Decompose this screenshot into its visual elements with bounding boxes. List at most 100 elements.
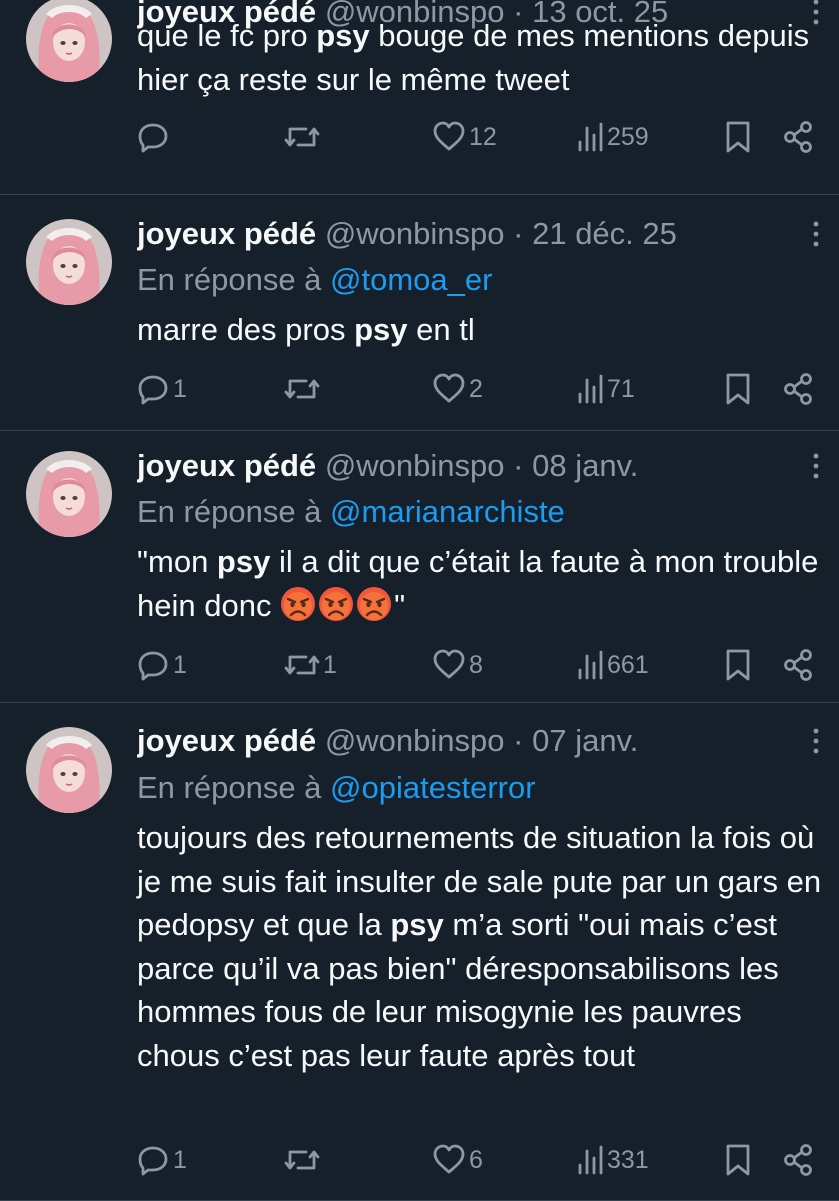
heart-icon [432, 1143, 466, 1177]
mention-link[interactable]: @opiatesterror [330, 770, 536, 805]
reply-button[interactable]: 1 [136, 1140, 187, 1180]
like-button[interactable]: 12 [432, 117, 497, 157]
likes-count: 2 [469, 375, 483, 403]
share-icon [782, 120, 814, 154]
bookmark-icon [723, 120, 753, 154]
like-button[interactable]: 8 [432, 645, 483, 685]
share-icon [782, 372, 814, 406]
highlighted-keyword: psy [316, 18, 370, 53]
reply-button[interactable]: 1 [136, 645, 187, 685]
bookmark-button[interactable] [723, 645, 753, 685]
reply-context: En réponse à @marianarchiste [137, 492, 565, 532]
mention-link[interactable]: @marianarchiste [330, 494, 565, 529]
likes-count: 6 [469, 1146, 483, 1174]
tweet-card[interactable]: joyeux pédé @wonbinspo · 08 janv. En répo… [0, 431, 839, 703]
tweet-actions: 12 259 [0, 117, 839, 157]
highlighted-keyword: psy [390, 907, 444, 942]
tweet-header: joyeux pédé @wonbinspo · 07 janv. [137, 721, 779, 761]
reply-prefix: En réponse à [137, 494, 331, 529]
avatar[interactable] [26, 219, 112, 305]
highlighted-keyword: psy [216, 544, 271, 579]
more-options-icon[interactable] [809, 449, 823, 483]
retweet-button[interactable] [284, 117, 323, 157]
angry-face-emoji-icon [280, 586, 318, 623]
views-button[interactable]: 661 [576, 645, 649, 685]
reply-context: En réponse à @opiatesterror [137, 768, 536, 808]
tweet-card[interactable]: joyeux pédé @wonbinspo · 07 janv. En répo… [0, 703, 839, 1201]
text-segment: que le fc pro [137, 18, 317, 53]
views-button[interactable]: 259 [576, 117, 649, 157]
replies-count: 1 [173, 375, 187, 403]
tweet-text: "mon psy il a dit que c’était la faute à… [137, 540, 829, 627]
speech-bubble-icon [136, 372, 170, 406]
avatar[interactable] [26, 451, 112, 537]
share-button[interactable] [782, 117, 814, 157]
reply-prefix: En réponse à [137, 262, 331, 297]
timestamp[interactable]: 21 déc. 25 [532, 216, 677, 251]
reply-prefix: En réponse à [137, 770, 331, 805]
retweet-arrows-icon [284, 120, 320, 154]
retweet-arrows-icon [284, 372, 320, 406]
tweet-card[interactable]: joyeux pédé @wonbinspo · 13 oct. 25 que l… [0, 0, 839, 195]
bookmark-button[interactable] [723, 369, 753, 409]
speech-bubble-icon [136, 1143, 170, 1177]
text-segment: en tl [407, 312, 475, 347]
tweet-card[interactable]: joyeux pédé @wonbinspo · 21 déc. 25 En ré… [0, 195, 839, 431]
reply-button[interactable]: 1 [136, 369, 187, 409]
bookmark-button[interactable] [723, 1140, 753, 1180]
display-name[interactable]: joyeux pédé [137, 723, 316, 758]
views-button[interactable]: 71 [576, 369, 635, 409]
tweet-text: toujours des retournements de situation … [137, 816, 829, 1077]
mention-link[interactable]: @tomoa_er [330, 262, 492, 297]
share-button[interactable] [782, 369, 814, 409]
replies-count: 1 [173, 651, 187, 679]
more-options-icon[interactable] [809, 724, 823, 758]
separator-dot: · [513, 216, 524, 251]
tweet-actions: 1 2 71 [0, 369, 839, 409]
bookmark-icon [723, 372, 753, 406]
speech-bubble-icon [136, 120, 170, 154]
text-segment: "mon [137, 544, 217, 579]
user-handle[interactable]: @wonbinspo [325, 723, 505, 758]
retweet-button[interactable]: 1 [284, 645, 337, 685]
heart-icon [432, 120, 466, 154]
bar-chart-icon [576, 120, 606, 154]
reply-button[interactable] [136, 117, 173, 157]
speech-bubble-icon [136, 648, 170, 682]
like-button[interactable]: 2 [432, 369, 483, 409]
separator-dot: · [513, 723, 524, 758]
bookmark-icon [723, 1143, 753, 1177]
share-button[interactable] [782, 645, 814, 685]
retweet-arrows-icon [284, 1143, 320, 1177]
tweet-actions: 1 1 8 661 [0, 645, 839, 685]
views-button[interactable]: 331 [576, 1140, 649, 1180]
display-name[interactable]: joyeux pédé [137, 448, 316, 483]
user-handle[interactable]: @wonbinspo [325, 216, 505, 251]
bar-chart-icon [576, 372, 606, 406]
share-icon [782, 648, 814, 682]
retweet-button[interactable] [284, 1140, 323, 1180]
display-name[interactable]: joyeux pédé [137, 216, 316, 251]
views-count: 661 [607, 651, 649, 679]
angry-face-emoji-icon [356, 586, 394, 623]
bookmark-button[interactable] [723, 117, 753, 157]
text-segment: " [394, 587, 406, 623]
views-count: 331 [607, 1146, 649, 1174]
heart-icon [432, 648, 466, 682]
timestamp[interactable]: 07 janv. [532, 723, 638, 758]
tweet-actions: 1 6 331 [0, 1140, 839, 1180]
share-button[interactable] [782, 1140, 814, 1180]
avatar[interactable] [26, 0, 112, 82]
share-icon [782, 1143, 814, 1177]
separator-dot: · [513, 448, 524, 483]
retweet-button[interactable] [284, 369, 323, 409]
retweet-arrows-icon [284, 648, 320, 682]
more-options-icon[interactable] [809, 217, 823, 251]
views-count: 71 [607, 375, 635, 403]
likes-count: 8 [469, 651, 483, 679]
heart-icon [432, 372, 466, 406]
user-handle[interactable]: @wonbinspo [325, 448, 505, 483]
avatar[interactable] [26, 727, 112, 813]
timestamp[interactable]: 08 janv. [532, 448, 638, 483]
like-button[interactable]: 6 [432, 1140, 483, 1180]
